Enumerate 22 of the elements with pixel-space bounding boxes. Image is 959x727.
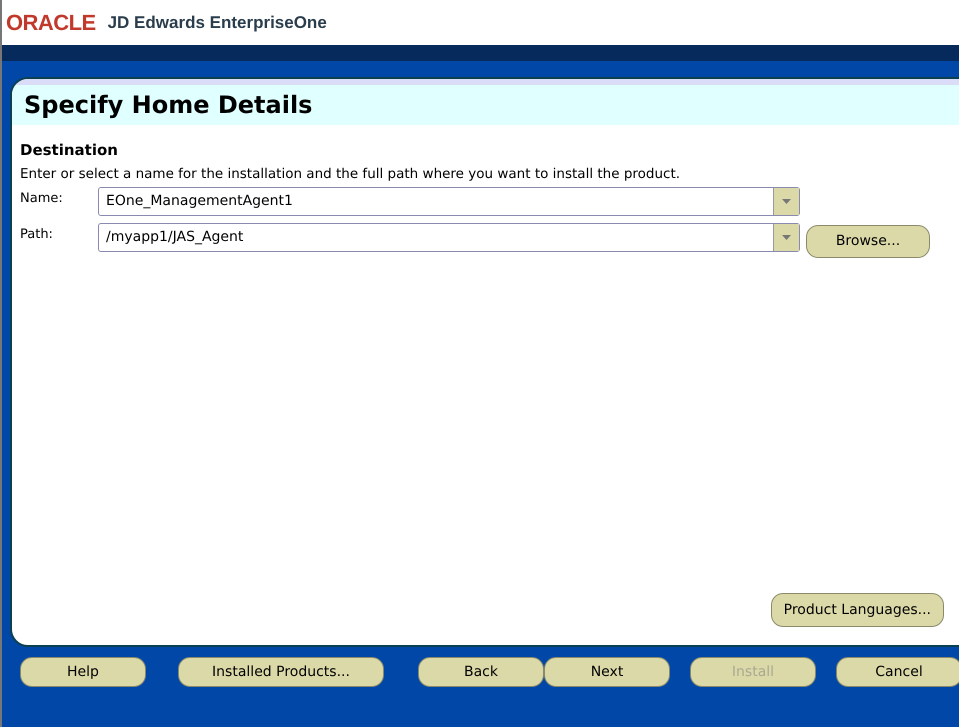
field-label: Path: — [20, 226, 54, 244]
combo-box[interactable]: EOne_ManagementAgent1 — [98, 186, 800, 216]
page-title: Specify Home Details — [24, 90, 312, 121]
wizard-button[interactable]: Product Languages... — [770, 593, 944, 627]
combo-value: EOne_ManagementAgent1 — [105, 192, 294, 211]
wizard-button[interactable]: Back — [418, 657, 544, 687]
section-description: Enter or select a name for the installation and the full path where you want to install the product. — [20, 164, 682, 184]
caret-icon — [782, 198, 791, 204]
dropdown-arrow-button[interactable] — [773, 224, 799, 251]
combo-value: /myapp1/JAS_Agent — [105, 228, 244, 247]
brand-logo: ORACLE — [6, 9, 96, 37]
wizard-button[interactable]: Next — [544, 657, 670, 687]
wizard-button[interactable]: Browse... — [806, 224, 930, 258]
wizard-button[interactable]: Help — [20, 657, 146, 687]
field-label: Name: — [20, 190, 64, 208]
section-heading: Destination — [20, 140, 119, 161]
wizard-button[interactable]: Cancel — [836, 657, 959, 687]
combo-box[interactable]: /myapp1/JAS_Agent — [98, 222, 800, 252]
caret-icon — [782, 234, 791, 240]
wizard-button[interactable]: Installed Products... — [178, 657, 384, 687]
product-name: JD Edwards EnterpriseOne — [108, 12, 327, 34]
dropdown-arrow-button[interactable] — [773, 188, 799, 215]
